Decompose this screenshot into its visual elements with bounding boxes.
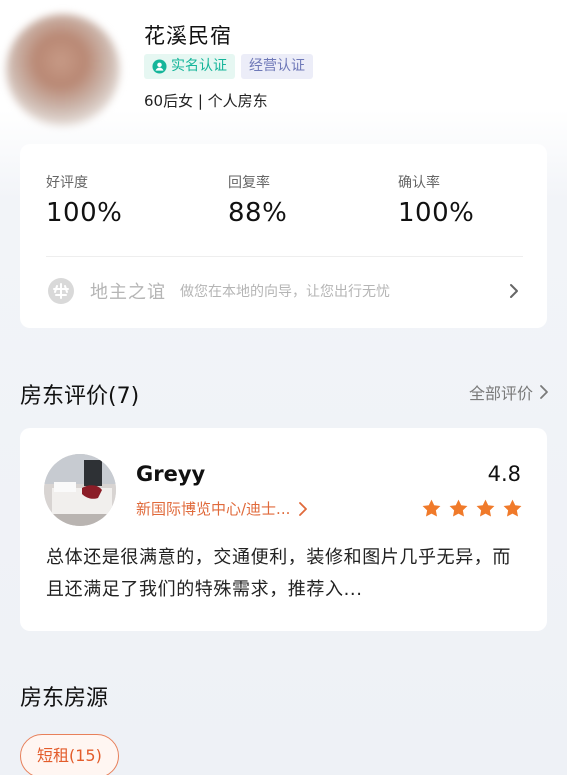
all-reviews-link[interactable]: 全部评价 — [469, 380, 549, 404]
reviewer-avatar — [44, 454, 116, 526]
landlord-program-row[interactable]: 地主之谊 做您在本地的向导，让您出行无忧 — [46, 274, 523, 308]
program-name: 地主之谊 — [90, 282, 166, 303]
short-term-rental-tab[interactable]: 短租(15) — [20, 734, 119, 775]
review-card[interactable]: Greyy 新国际博览中心/迪士... 4.8 总体还是很满意的，交通便利，装修… — [20, 428, 547, 631]
real-name-verified-badge[interactable]: 实名认证 — [144, 54, 235, 79]
landlord-badge-icon — [48, 278, 74, 304]
chevron-right-icon — [510, 284, 518, 298]
review-location-link[interactable]: 新国际博览中心/迪士... — [136, 498, 308, 519]
host-name: 花溪民宿 — [144, 24, 232, 48]
stat-value: 88% — [228, 198, 288, 228]
review-text: 总体还是很满意的，交通便利，装修和图片几乎无异，而且还满足了我们的特殊需求，推荐… — [46, 547, 511, 600]
star-icon — [476, 499, 495, 517]
listings-section-title: 房东房源 — [20, 686, 109, 711]
stat-value: 100% — [398, 198, 475, 228]
person-icon — [152, 59, 167, 74]
stat-label: 回复率 — [228, 175, 270, 191]
stat-value: 100% — [46, 198, 123, 228]
star-icon — [503, 499, 522, 517]
stat-reply-rate: 回复率 88% — [228, 172, 287, 228]
all-reviews-label: 全部评价 — [468, 384, 533, 403]
divider — [46, 256, 523, 257]
chevron-right-icon — [540, 385, 548, 399]
star-rating — [421, 498, 523, 519]
badge-row: 实名认证 经营认证 — [144, 54, 313, 79]
room-photo-icon — [44, 454, 116, 526]
real-name-badge-label: 实名认证 — [171, 58, 227, 74]
host-stats-card: 好评度 100% 回复率 88% 确认率 100% 地主之谊 做您在本地的向导，… — [20, 144, 547, 328]
review-score: 4.8 — [487, 462, 521, 486]
program-description: 做您在本地的向导，让您出行无忧 — [180, 284, 390, 300]
host-profile: 60后女 | 个人房东 — [144, 92, 268, 110]
star-icon — [449, 499, 468, 517]
stat-positive-rate: 好评度 100% — [46, 172, 122, 228]
stat-confirm-rate: 确认率 100% — [398, 172, 474, 228]
host-header: 花溪民宿 实名认证 经营认证 60后女 | 个人房东 — [0, 0, 567, 140]
reviewer-name: Greyy — [136, 462, 206, 486]
stat-label: 确认率 — [398, 175, 440, 191]
star-icon — [422, 499, 441, 517]
reviews-section-title: 房东评价(7) — [20, 384, 140, 409]
business-badge-label: 经营认证 — [249, 58, 305, 74]
chevron-right-icon — [299, 501, 308, 516]
business-verified-badge[interactable]: 经营认证 — [241, 54, 313, 79]
review-location: 新国际博览中心/迪士... — [136, 500, 291, 518]
host-avatar[interactable] — [6, 14, 120, 126]
stat-label: 好评度 — [46, 175, 88, 191]
